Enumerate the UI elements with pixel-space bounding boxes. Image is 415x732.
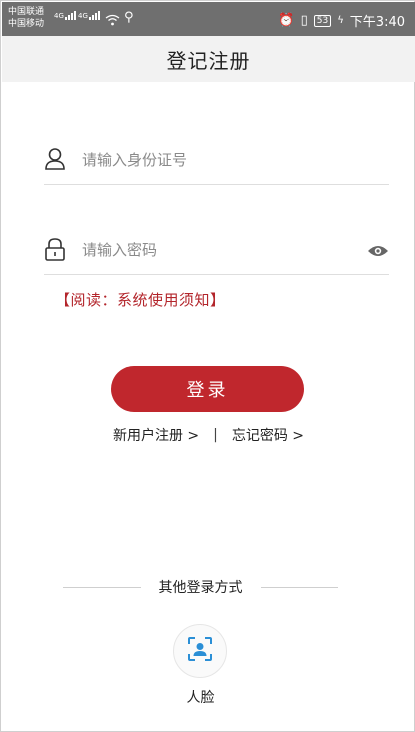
forgot-password-link[interactable]: 忘记密码 > xyxy=(232,425,304,445)
id-number-field[interactable]: 请输入身份证号 xyxy=(44,135,389,185)
status-right: ⏰ ▯ 53 ϟ 下午3:40 xyxy=(278,11,405,30)
carrier-1: 中国联通 xyxy=(8,7,45,17)
carrier-2: 中国移动 xyxy=(8,19,45,29)
divider-right xyxy=(260,586,338,588)
user-icon xyxy=(44,147,66,175)
eye-icon[interactable] xyxy=(367,243,389,262)
login-button[interactable]: 登录 xyxy=(111,366,304,412)
lock-icon xyxy=(44,237,66,266)
signal-1-icon: 4G xyxy=(54,11,76,20)
app-frame: 中国联通 中国移动 4G 4G ⚲ ⏰ ▯ 53 ϟ 下午3:40 登记注册 请… xyxy=(0,0,415,732)
sim2-type: 4G xyxy=(78,12,88,20)
alarm-icon: ⏰ xyxy=(278,13,295,28)
vibrate-icon: ▯ xyxy=(300,13,308,28)
register-link[interactable]: 新用户注册 > xyxy=(113,425,199,445)
face-scan-icon xyxy=(187,636,213,666)
link-separator: | xyxy=(213,427,218,443)
wifi-icon xyxy=(105,11,120,30)
page-title: 登记注册 xyxy=(166,48,251,73)
system-notice-link[interactable]: 【阅读：系统使用须知】 xyxy=(55,289,226,310)
title-bar: 登记注册 xyxy=(2,36,415,82)
password-placeholder: 请输入密码 xyxy=(82,241,158,259)
battery-icon: 53 xyxy=(313,14,332,27)
other-login-divider: 其他登录方式 xyxy=(63,577,338,597)
carrier-info: 中国联通 中国移动 xyxy=(8,6,44,30)
id-number-placeholder: 请输入身份证号 xyxy=(82,151,188,169)
sim1-type: 4G xyxy=(54,12,64,20)
other-login-title: 其他登录方式 xyxy=(158,580,243,596)
clock: 下午3:40 xyxy=(349,15,405,30)
status-bar: 中国联通 中国移动 4G 4G ⚲ ⏰ ▯ 53 ϟ 下午3:40 xyxy=(2,2,415,36)
charging-icon: ϟ xyxy=(337,15,344,26)
usb-icon: ⚲ xyxy=(124,10,134,25)
account-links: 新用户注册 > | 忘记密码 > xyxy=(1,425,415,445)
signal-2-icon: 4G xyxy=(78,11,100,20)
password-field[interactable]: 请输入密码 xyxy=(44,225,389,275)
divider-left xyxy=(63,586,141,588)
face-login-label: 人脸 xyxy=(186,690,215,706)
face-login-button[interactable] xyxy=(173,624,227,678)
